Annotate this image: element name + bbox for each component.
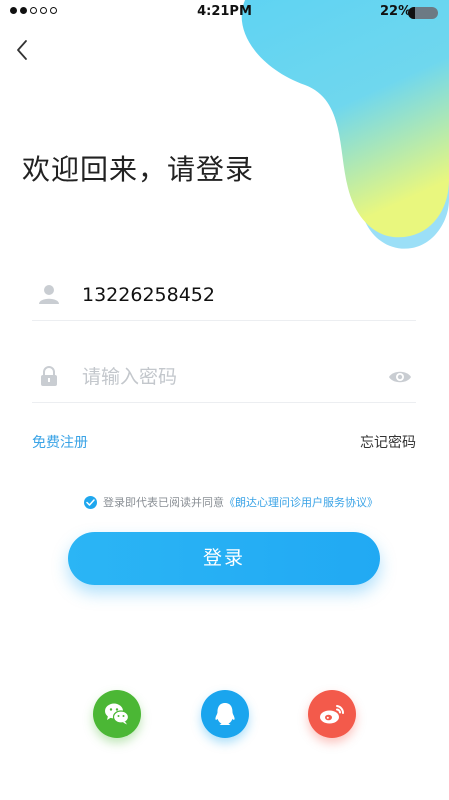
weibo-icon: [320, 705, 345, 724]
check-icon: [86, 498, 95, 506]
weibo-login-button[interactable]: [308, 690, 356, 738]
page-title: 欢迎回来，请登录: [22, 153, 255, 186]
agreement-checkbox[interactable]: [84, 495, 97, 509]
phone-field-row: [32, 270, 416, 321]
login-button[interactable]: 登录: [68, 532, 380, 585]
qq-icon: [215, 703, 235, 725]
password-field-row: [32, 352, 416, 403]
qq-login-button[interactable]: [201, 690, 249, 738]
agreement-link[interactable]: 《朗达心理问诊用户服务协议》: [224, 494, 378, 510]
password-input[interactable]: [82, 360, 372, 394]
battery-percent: 22%: [380, 4, 412, 19]
register-link[interactable]: 免费注册: [32, 432, 88, 452]
wechat-icon: [105, 703, 130, 725]
agreement-row: 登录即代表已阅读并同意 《朗达心理问诊用户服务协议》: [84, 494, 378, 510]
status-bar: 4:21PM 22%: [0, 0, 449, 24]
eye-icon[interactable]: [388, 368, 412, 386]
lock-icon: [41, 366, 57, 386]
battery-icon: [408, 7, 438, 19]
agreement-text: 登录即代表已阅读并同意: [103, 496, 224, 509]
back-button[interactable]: [12, 38, 36, 62]
user-icon: [39, 285, 59, 304]
forgot-password-link[interactable]: 忘记密码: [360, 432, 416, 452]
phone-input[interactable]: [82, 278, 372, 312]
chevron-left-icon: [17, 40, 27, 60]
wechat-login-button[interactable]: [93, 690, 141, 738]
